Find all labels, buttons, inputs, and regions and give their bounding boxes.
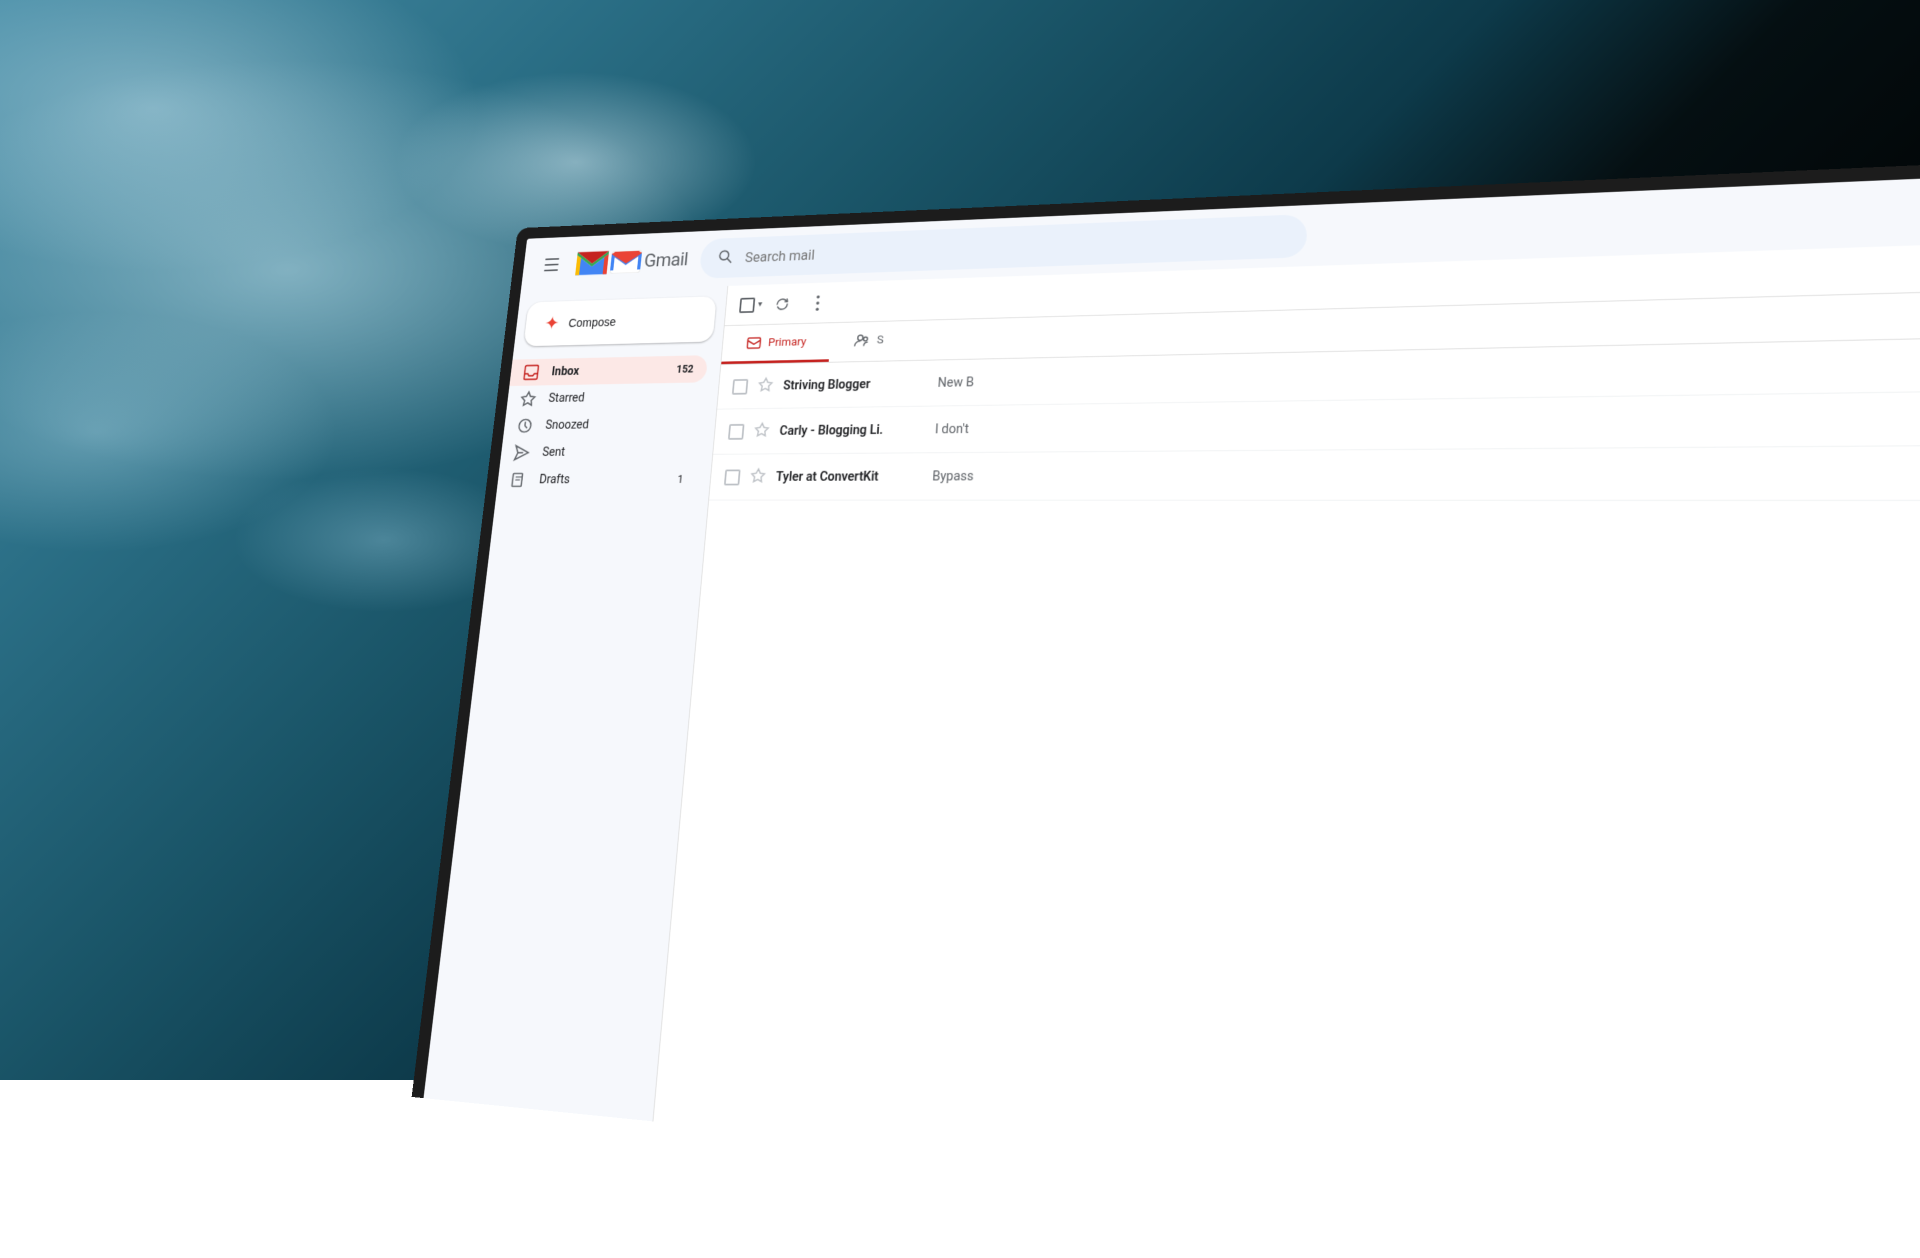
menu-button[interactable] — [534, 248, 569, 281]
drafts-badge: 1 — [677, 473, 684, 485]
laptop-wrapper: Gmail — [0, 0, 1920, 1080]
gmail-main: ✦ Compose Inbox 152 — [424, 240, 1920, 1258]
star-button-3[interactable] — [749, 467, 766, 487]
compose-button[interactable]: ✦ Compose — [523, 296, 716, 346]
gmail-logo-svg — [610, 250, 643, 274]
email-checkbox-3[interactable] — [724, 469, 741, 485]
social-tab-icon — [854, 332, 871, 348]
star-button-2[interactable] — [753, 421, 770, 440]
email-panel: ▾ — [652, 240, 1920, 1258]
gmail-logo-area: Gmail — [575, 247, 689, 276]
sent-icon — [513, 444, 531, 461]
inbox-label: Inbox — [551, 363, 664, 379]
star-button-1[interactable] — [757, 376, 774, 395]
refresh-button[interactable] — [766, 288, 799, 319]
gmail-m-icon — [575, 250, 609, 275]
tab-primary[interactable]: Primary — [721, 323, 831, 364]
sidebar-item-inbox[interactable]: Inbox 152 — [509, 355, 708, 386]
snoozed-label: Snoozed — [545, 417, 689, 432]
inbox-icon — [522, 364, 540, 381]
email-sender-3: Tyler at ConvertKit — [775, 469, 922, 484]
more-options-button[interactable] — [801, 287, 834, 318]
gmail-screen: Gmail — [424, 173, 1920, 1258]
sidebar-item-sent[interactable]: Sent — [500, 437, 701, 466]
drafts-label: Drafts — [539, 472, 665, 486]
search-icon — [716, 247, 734, 268]
primary-tab-icon — [746, 335, 762, 351]
email-preview-1: New B — [937, 354, 1920, 390]
drafts-icon — [510, 471, 528, 488]
social-tab-label: S — [876, 333, 884, 346]
star-icon — [519, 390, 537, 407]
sidebar-item-snoozed[interactable]: Snoozed — [503, 410, 703, 440]
email-preview-3: Bypass — [932, 464, 1920, 484]
sidebar-item-drafts[interactable]: Drafts 1 — [496, 465, 697, 493]
primary-tab-label: Primary — [768, 335, 807, 349]
compose-plus-icon: ✦ — [544, 314, 560, 332]
search-input[interactable] — [744, 228, 1287, 265]
sent-label: Sent — [542, 445, 687, 460]
snoozed-icon — [516, 417, 534, 434]
starred-label: Starred — [548, 389, 692, 405]
email-sender-1: Striving Blogger — [783, 376, 928, 393]
gmail-wordmark: Gmail — [643, 249, 689, 271]
email-preview-2: I don't — [935, 409, 1920, 437]
email-checkbox-2[interactable] — [728, 424, 745, 440]
email-checkbox-1[interactable] — [732, 379, 748, 395]
laptop-screen-container: Gmail — [412, 159, 1920, 1258]
select-dropdown-arrow[interactable]: ▾ — [758, 300, 763, 309]
tab-social[interactable]: S — [829, 321, 910, 362]
select-all-checkbox[interactable] — [739, 297, 755, 313]
sidebar-item-starred[interactable]: Starred — [506, 382, 705, 412]
email-sender-2: Carly - Blogging Li. — [779, 422, 925, 438]
email-row[interactable]: Tyler at ConvertKit Bypass — [709, 445, 1920, 501]
compose-label: Compose — [568, 315, 617, 330]
email-list: Striving Blogger New B Carly - Blogging … — [653, 336, 1920, 1258]
hamburger-icon — [544, 258, 559, 271]
select-all-area[interactable]: ▾ — [739, 297, 763, 313]
inbox-badge: 152 — [676, 363, 694, 375]
